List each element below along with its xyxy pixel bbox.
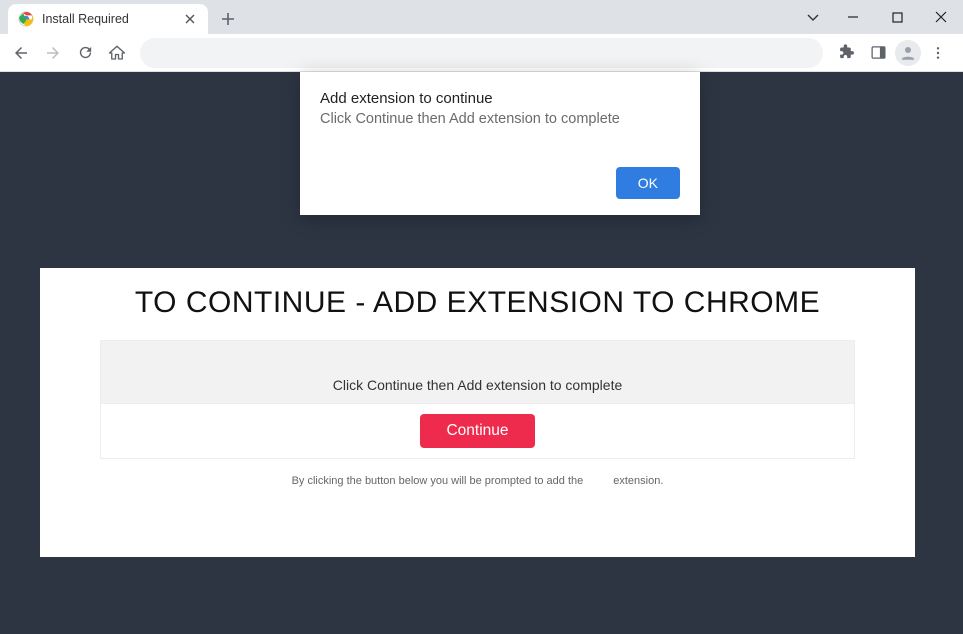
disclaimer-after: extension. (613, 475, 663, 487)
maximize-button[interactable] (875, 2, 919, 32)
page-heading: TO CONTINUE - ADD EXTENSION TO CHROME (40, 286, 915, 320)
disclaimer-text: By clicking the button below you will be… (40, 475, 915, 487)
forward-button[interactable] (38, 38, 68, 68)
tab-title: Install Required (42, 12, 182, 26)
page-viewport: TO CONTINUE - ADD EXTENSION TO CHROME Cl… (0, 72, 963, 634)
home-button[interactable] (102, 38, 132, 68)
instruction-banner: Click Continue then Add extension to com… (100, 340, 855, 404)
window-controls (795, 0, 963, 34)
alert-dialog: Add extension to continue Click Continue… (300, 72, 700, 215)
new-tab-button[interactable] (214, 5, 242, 33)
dialog-title: Add extension to continue (320, 90, 680, 107)
browser-toolbar (0, 34, 963, 72)
continue-row: Continue (100, 404, 855, 459)
menu-button[interactable] (923, 38, 953, 68)
dialog-text: Click Continue then Add extension to com… (320, 111, 680, 127)
dialog-ok-button[interactable]: OK (616, 167, 680, 199)
content-card: TO CONTINUE - ADD EXTENSION TO CHROME Cl… (40, 268, 915, 557)
extensions-button[interactable] (831, 38, 861, 68)
profile-button[interactable] (895, 40, 921, 66)
tab-search-button[interactable] (795, 2, 831, 32)
reload-button[interactable] (70, 38, 100, 68)
side-panel-button[interactable] (863, 38, 893, 68)
continue-button[interactable]: Continue (420, 414, 534, 448)
minimize-button[interactable] (831, 2, 875, 32)
address-bar[interactable] (140, 38, 823, 68)
tab-close-button[interactable] (182, 11, 198, 27)
back-button[interactable] (6, 38, 36, 68)
close-window-button[interactable] (919, 2, 963, 32)
instruction-text: Click Continue then Add extension to com… (333, 377, 623, 393)
disclaimer-before: By clicking the button below you will be… (292, 475, 584, 487)
tab-favicon (18, 11, 34, 27)
browser-tab[interactable]: Install Required (8, 4, 208, 34)
window-titlebar: Install Required (0, 0, 963, 34)
